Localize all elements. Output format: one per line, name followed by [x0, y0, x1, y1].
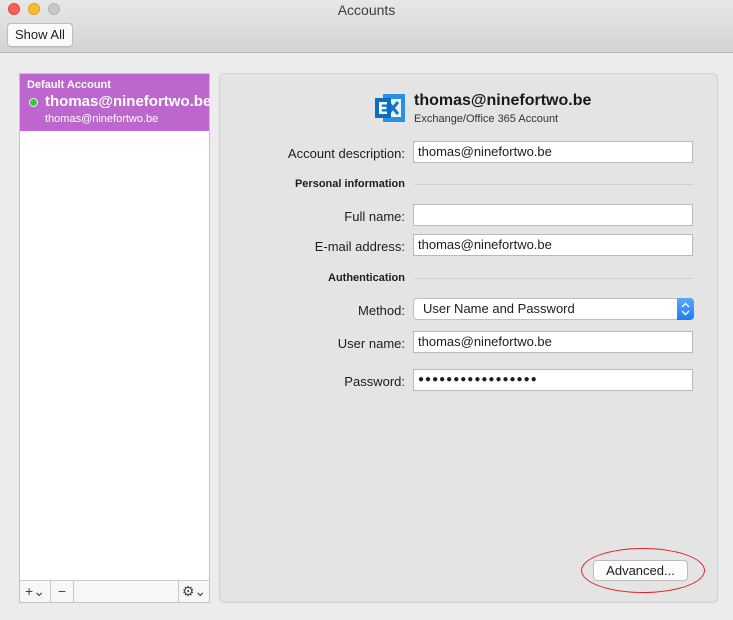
account-name: thomas@ninefortwo.be [45, 93, 212, 110]
account-details-panel: thomas@ninefortwo.be Exchange/Office 365… [219, 73, 718, 603]
account-email: thomas@ninefortwo.be [45, 113, 159, 125]
remove-account-button[interactable]: − [51, 581, 74, 602]
email-address-label: E-mail address: [314, 239, 405, 254]
password-field[interactable]: ●●●●●●●●●●●●●●●●● [413, 369, 693, 391]
method-label: Method: [358, 303, 405, 318]
authentication-heading: Authentication [328, 272, 405, 284]
account-list-item[interactable]: Default Account thomas@ninefortwo.be tho… [20, 74, 212, 131]
full-name-field[interactable] [413, 204, 693, 226]
window-title: Accounts [337, 2, 396, 18]
sidebar-toolbar: +⌄ − ⚙⌄ [20, 580, 209, 602]
personal-separator [414, 184, 693, 185]
show-all-button[interactable]: Show All [7, 23, 73, 47]
account-description-field[interactable]: thomas@ninefortwo.be [413, 141, 693, 163]
account-description-label: Account description: [287, 146, 405, 161]
accounts-sidebar: Default Account thomas@ninefortwo.be tho… [19, 73, 212, 603]
email-address-field[interactable]: thomas@ninefortwo.be [413, 234, 693, 256]
user-name-label: User name: [337, 336, 405, 351]
password-label: Password: [344, 374, 405, 389]
full-name-label: Full name: [344, 209, 405, 224]
method-selected-value: User Name and Password [423, 301, 575, 316]
account-type: Exchange/Office 365 Account [414, 113, 559, 125]
personal-information-heading: Personal information [294, 178, 405, 190]
authentication-separator [414, 278, 693, 279]
gear-menu-icon[interactable]: ⚙⌄ [178, 581, 209, 602]
exchange-icon [375, 94, 405, 122]
title-bar: Accounts Show All [0, 0, 733, 53]
method-select[interactable]: User Name and Password [413, 298, 694, 320]
select-arrows-icon [677, 298, 694, 320]
default-account-label: Default Account [27, 79, 111, 91]
account-title: thomas@ninefortwo.be [414, 92, 592, 109]
advanced-highlight-circle [581, 548, 705, 593]
user-name-field[interactable]: thomas@ninefortwo.be [413, 331, 693, 353]
online-status-icon [29, 98, 38, 107]
add-account-button[interactable]: +⌄ [20, 581, 51, 602]
